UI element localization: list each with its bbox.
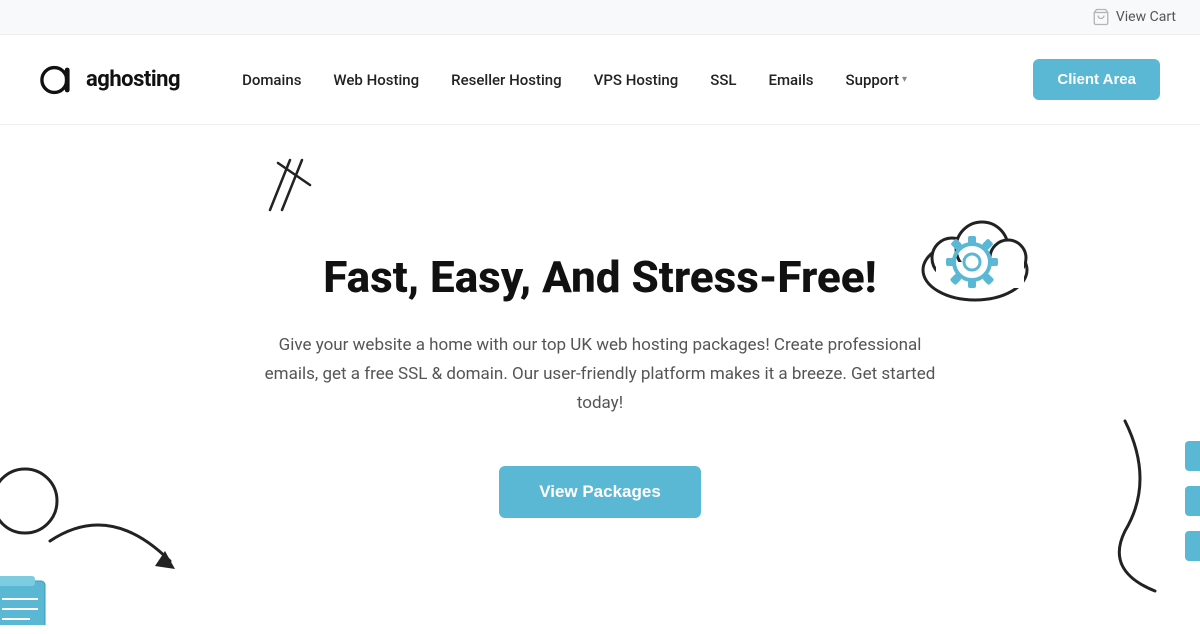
client-area-button[interactable]: Client Area (1033, 59, 1160, 100)
cart-icon (1092, 8, 1110, 26)
hero-section: Fast, Easy, And Stress-Free! Give your w… (0, 125, 1200, 625)
deco-right-svg (1095, 401, 1200, 601)
deco-lines (250, 155, 330, 229)
nav-reseller-hosting[interactable]: Reseller Hosting (439, 63, 574, 97)
deco-bottom-left (0, 421, 190, 625)
view-cart-link[interactable]: View Cart (1092, 8, 1176, 26)
nav-vps-hosting[interactable]: VPS Hosting (582, 63, 691, 97)
support-chevron-icon: ▾ (902, 74, 907, 85)
header: aghosting Domains Web Hosting Reseller H… (0, 35, 1200, 125)
nav-domains[interactable]: Domains (230, 63, 313, 97)
logo[interactable]: aghosting (40, 59, 180, 101)
logo-icon (40, 59, 82, 101)
nav-support[interactable]: Support ▾ (834, 63, 920, 97)
deco-right (1095, 401, 1200, 605)
deco-lines-svg (250, 155, 330, 225)
logo-text: aghosting (86, 67, 180, 92)
nav-ssl[interactable]: SSL (698, 63, 748, 97)
deco-left-svg (0, 421, 210, 625)
hero-content: Fast, Easy, And Stress-Free! Give your w… (260, 252, 940, 517)
view-cart-text: View Cart (1116, 9, 1176, 25)
hero-description: Give your website a home with our top UK… (260, 331, 940, 418)
view-packages-button[interactable]: View Packages (499, 466, 701, 518)
nav-web-hosting[interactable]: Web Hosting (321, 63, 431, 97)
top-bar: View Cart (0, 0, 1200, 35)
hero-title: Fast, Easy, And Stress-Free! (260, 252, 940, 303)
nav-emails[interactable]: Emails (757, 63, 826, 97)
main-nav: Domains Web Hosting Reseller Hosting VPS… (230, 63, 1033, 97)
